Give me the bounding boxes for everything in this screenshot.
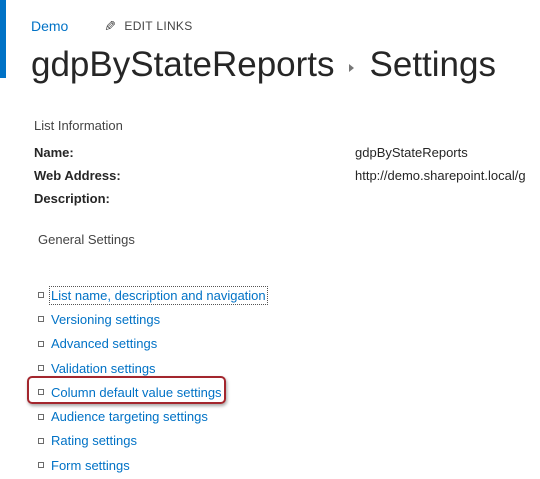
description-label: Description: (34, 191, 110, 206)
list-item: Advanced settings (38, 332, 266, 356)
top-link-bar: Demo ✎ EDIT LINKS (31, 16, 193, 36)
list-item: Validation settings (38, 356, 266, 380)
edit-links-label: EDIT LINKS (124, 19, 193, 33)
list-information-heading: List Information (34, 118, 123, 133)
name-label: Name: (34, 145, 74, 160)
list-item: Rating settings (38, 429, 266, 453)
bullet-icon (38, 340, 44, 347)
edit-links-button[interactable]: ✎ EDIT LINKS (104, 18, 192, 35)
page-title: gdpByStateReports Settings (31, 42, 496, 88)
bullet-icon (38, 365, 44, 372)
list-item: List name, description and navigation (38, 283, 268, 307)
page-title-settings: Settings (369, 45, 496, 84)
site-link-demo[interactable]: Demo (31, 18, 68, 34)
bullet-icon (38, 316, 44, 323)
versioning-settings-link[interactable]: Versioning settings (51, 312, 160, 327)
web-address-value: http://demo.sharepoint.local/g (355, 168, 526, 183)
audience-targeting-settings-link[interactable]: Audience targeting settings (51, 409, 208, 424)
list-name-description-navigation-link[interactable]: List name, description and navigation (49, 285, 268, 305)
bullet-icon (38, 437, 44, 444)
pencil-icon: ✎ (104, 17, 117, 34)
list-item: Versioning settings (38, 307, 266, 331)
name-value: gdpByStateReports (355, 145, 468, 160)
bullet-icon (38, 292, 44, 299)
breadcrumb-arrow-icon (348, 64, 354, 72)
bullet-icon (38, 389, 44, 396)
rating-settings-link[interactable]: Rating settings (51, 433, 137, 448)
list-item: Column default value settings (38, 380, 266, 404)
bullet-icon (38, 462, 44, 469)
advanced-settings-link[interactable]: Advanced settings (51, 336, 157, 351)
bullet-icon (38, 413, 44, 420)
page-title-list[interactable]: gdpByStateReports (31, 42, 335, 88)
list-item: Form settings (38, 453, 266, 477)
general-settings-list: List name, description and navigation Ve… (38, 283, 268, 477)
web-address-label: Web Address: (34, 168, 121, 183)
suite-accent-bar (0, 0, 6, 78)
general-settings-heading: General Settings (38, 232, 135, 247)
column-default-value-settings-link[interactable]: Column default value settings (51, 385, 222, 400)
validation-settings-link[interactable]: Validation settings (51, 361, 156, 376)
list-item: Audience targeting settings (38, 404, 266, 428)
form-settings-link[interactable]: Form settings (51, 458, 130, 473)
